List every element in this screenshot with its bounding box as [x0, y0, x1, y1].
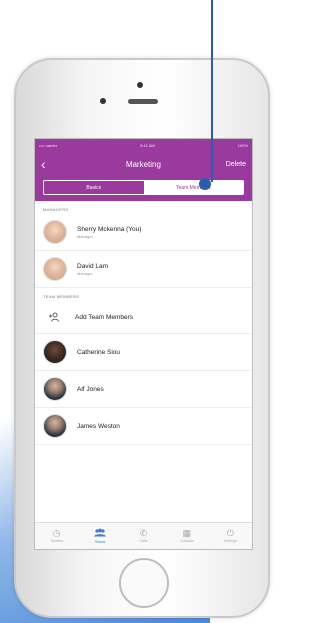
manager-info: Sherry Mckenna (You) Manager: [77, 226, 141, 239]
page-title: Marketing: [125, 159, 161, 169]
clock-icon: ◷: [52, 528, 61, 538]
tab-label: Settings: [223, 539, 237, 543]
nav-bar: ‹ Marketing Delete: [35, 151, 252, 177]
tab-calls[interactable]: ✆ Calls: [123, 528, 163, 544]
carrier-text: •••• carrier: [39, 142, 58, 148]
member-name: James Weston: [77, 422, 120, 430]
segment-basics[interactable]: Basics: [44, 181, 144, 194]
segment-container: Basics Team Members: [35, 177, 252, 201]
member-row[interactable]: James Weston: [35, 408, 252, 445]
tab-timeline[interactable]: ◷ Timeline: [37, 528, 77, 544]
stage: •••• carrier 9:41 AM 100% ‹ Marketing De…: [0, 0, 275, 623]
power-icon: ⏻: [226, 528, 234, 538]
tab-settings[interactable]: ⏻ Settings: [210, 528, 250, 544]
member-name: Alf Jones: [77, 385, 104, 393]
add-user-icon-svg: [49, 312, 59, 322]
tab-label: Teams: [94, 540, 106, 544]
team-section-header: TEAM MEMBERS: [43, 294, 80, 299]
callout-dot: [199, 178, 211, 190]
tab-contacts[interactable]: ▦ Contacts: [167, 528, 207, 544]
speaker-grille: [128, 99, 158, 104]
member-row[interactable]: Catherine Siou: [35, 334, 252, 371]
delete-button[interactable]: Delete: [226, 161, 246, 168]
managers-section-header: MANAGERS: [43, 207, 69, 212]
add-team-members-button[interactable]: Add Team Members: [35, 301, 252, 334]
segmented-control: Basics Team Members: [43, 180, 244, 195]
tab-bar: ◷ Timeline Teams ✆ Calls ▦ Contacts ⏻ Se…: [35, 522, 252, 549]
add-user-icon: [43, 306, 65, 328]
phone-frame: •••• carrier 9:41 AM 100% ‹ Marketing De…: [14, 58, 270, 618]
segment-team-members[interactable]: Team Members: [143, 181, 243, 194]
manager-row[interactable]: Sherry Mckenna (You) Manager: [35, 214, 252, 251]
manager-row[interactable]: David Lam Manager: [35, 251, 252, 288]
manager-role: Manager: [77, 233, 93, 239]
avatar: [43, 414, 67, 438]
avatar: [43, 340, 67, 364]
member-row[interactable]: Alf Jones: [35, 371, 252, 408]
phone-screen: •••• carrier 9:41 AM 100% ‹ Marketing De…: [34, 138, 253, 550]
phone-icon: ✆: [139, 528, 148, 538]
sensor-icon: [100, 98, 106, 104]
manager-name: Sherry Mckenna (You): [77, 225, 142, 233]
team-icon-svg: [94, 528, 107, 537]
team-icon: [93, 528, 107, 539]
member-name: Catherine Siou: [77, 348, 120, 356]
avatar: [43, 220, 67, 244]
time-text: 9:41 AM: [140, 142, 155, 148]
tab-label: Contacts: [179, 539, 194, 543]
status-bar: •••• carrier 9:41 AM 100%: [35, 139, 252, 151]
callout-line: [211, 0, 213, 182]
camera-icon: [137, 82, 143, 88]
back-icon[interactable]: ‹: [41, 157, 61, 171]
avatar: [43, 257, 67, 281]
manager-info: David Lam Manager: [77, 263, 108, 276]
list-icon: ▦: [182, 528, 192, 538]
tab-teams[interactable]: Teams: [80, 528, 120, 544]
tab-label: Timeline: [50, 539, 64, 543]
home-button[interactable]: [119, 558, 169, 608]
battery-text: 100%: [237, 142, 248, 148]
add-team-members-label: Add Team Members: [75, 313, 134, 321]
avatar: [43, 377, 67, 401]
tab-label: Calls: [139, 539, 148, 543]
manager-role: Manager: [77, 270, 93, 276]
manager-name: David Lam: [77, 262, 109, 270]
